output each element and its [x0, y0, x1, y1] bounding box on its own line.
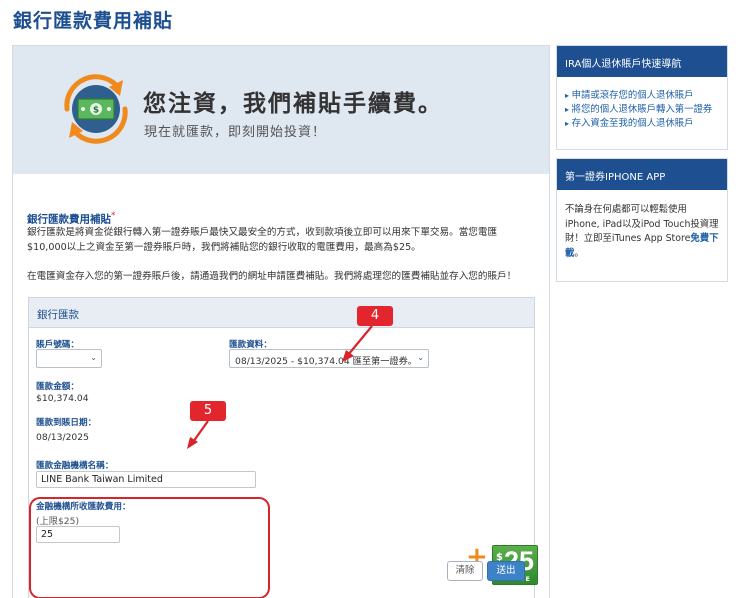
ira-nav-panel: IRA個人退休賬戶快速導航 申請或滾存您的個人退休賬戶 將您的個人退休賬戶轉入第…	[556, 45, 728, 150]
bank-fee-label: 金融機構所收匯款費用：	[36, 502, 131, 512]
clear-button[interactable]: 清除	[447, 561, 483, 581]
callout-4: 4	[357, 306, 393, 326]
arrival-date-value: 08/13/2025	[36, 432, 89, 443]
submit-button[interactable]: 送出	[487, 561, 525, 581]
page-title: 銀行匯款費用補貼	[13, 10, 174, 32]
ira-link-transfer[interactable]: 將您的個人退休賬戶轉入第一證券	[565, 103, 719, 117]
callout-4-arrow	[342, 325, 373, 362]
institution-name-input[interactable]	[36, 471, 256, 488]
callout-5: 5	[190, 401, 226, 421]
hero-banner: $ 您注資，我們補貼手續費。 現在就匯款，即刻開始投資！	[13, 46, 549, 174]
hero-title: 您注資，我們補貼手續費。	[143, 91, 443, 117]
chevron-down-icon: ⌄	[90, 353, 97, 362]
institution-name-label: 匯款金融機構名稱：	[36, 461, 114, 471]
fee-limit-note: (上限$25)	[36, 516, 80, 527]
iphone-app-panel: 第一證券IPHONE APP 不論身在何處都可以輕鬆使用iPhone, iPad…	[556, 158, 728, 282]
ira-nav-links: 申請或滾存您的個人退休賬戶 將您的個人退休賬戶轉入第一證券 存入資金至我的個人退…	[557, 77, 727, 137]
iphone-app-text: 不論身在何處都可以輕鬆使用iPhone, iPad以及iPod Touch投資理…	[557, 190, 727, 274]
arrival-date-label: 匯款到賬日期：	[36, 418, 97, 428]
amount-label: 匯款金額：	[36, 382, 79, 392]
bank-fee-input[interactable]	[36, 526, 120, 543]
wire-info-value: 08/13/2025 - $10,374.04 匯至第一證券。	[235, 356, 417, 367]
intro-paragraph-2: 在電匯資金存入您的第一證券賬戶後，請通過我們的網址申請匯費補貼。我們將處理您的匯…	[27, 271, 517, 282]
wire-panel-header: 銀行匯款	[29, 298, 534, 328]
hero-subtitle: 現在就匯款，即刻開始投資！	[144, 125, 327, 140]
ira-link-open[interactable]: 申請或滾存您的個人退休賬戶	[565, 89, 719, 103]
intro-paragraph-1: 銀行匯款是將資金從銀行轉入第一證券賬戶最快又最安全的方式，收到款項後立即可以用來…	[27, 227, 498, 253]
ira-nav-title: IRA個人退休賬戶快速導航	[557, 46, 727, 77]
money-transfer-icon: $	[64, 74, 128, 144]
svg-text:$: $	[93, 106, 99, 116]
wire-info-select[interactable]: 08/13/2025 - $10,374.04 匯至第一證券。 ⌄	[229, 349, 429, 368]
iphone-app-end: 。	[574, 247, 584, 259]
callout-5-arrow	[187, 420, 209, 449]
intro-asterisk: *	[111, 211, 116, 221]
account-number-select[interactable]: ⌄	[36, 349, 102, 368]
ira-link-deposit[interactable]: 存入資金至我的個人退休賬戶	[565, 117, 719, 131]
amount-value: $10,374.04	[36, 393, 89, 404]
intro-title-text: 銀行匯款費用補貼	[27, 213, 111, 226]
chevron-down-icon: ⌄	[417, 353, 424, 362]
wire-transfer-panel: 銀行匯款 賬戶號碼： ⌄ 匯款資料： 08/13/2025 - $10,374.…	[28, 297, 538, 598]
main-card: $ 您注資，我們補貼手續費。 現在就匯款，即刻開始投資！ 銀行匯款費用補貼* 銀…	[12, 45, 550, 598]
iphone-app-title: 第一證券IPHONE APP	[557, 159, 727, 190]
